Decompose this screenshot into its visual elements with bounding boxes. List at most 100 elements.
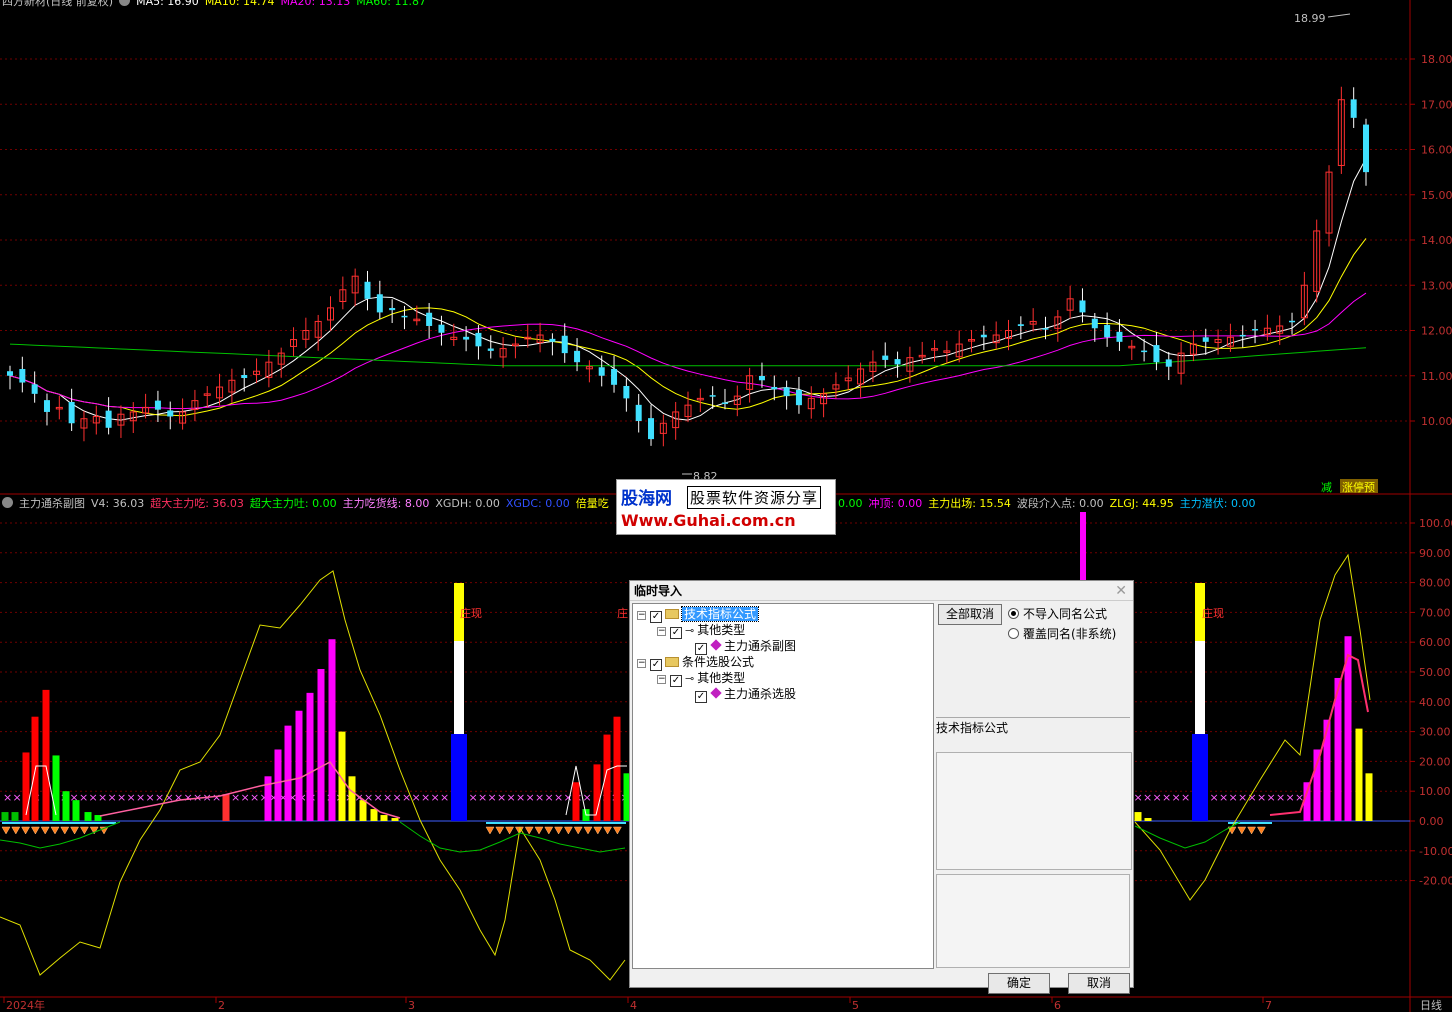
candle-body — [648, 418, 655, 440]
candle — [598, 355, 605, 387]
sub-tick-label: 100.00 — [1419, 517, 1452, 530]
candle — [696, 388, 704, 413]
candle — [684, 391, 692, 423]
candle — [1017, 316, 1024, 340]
candle-body — [783, 387, 790, 397]
sub-tick-label: 40.00 — [1419, 696, 1451, 709]
radio-skip-same-name[interactable]: 不导入同名公式 — [1008, 606, 1107, 622]
x-marker: × — [146, 791, 155, 804]
candle-body — [894, 359, 901, 365]
tree-node-formula-1[interactable]: ✓ 主力通杀副图 — [695, 638, 796, 655]
x-marker: × — [1267, 791, 1276, 804]
candle — [524, 324, 532, 348]
candle — [401, 305, 408, 330]
orange-triangle — [70, 826, 80, 835]
x-marker: × — [1276, 791, 1285, 804]
candle — [771, 375, 778, 401]
indicator-label: 主力吃货线: 8.00 — [342, 497, 430, 510]
candle — [1202, 328, 1209, 355]
candle — [623, 378, 630, 412]
candle-body — [1079, 300, 1086, 313]
candle-body — [43, 400, 50, 412]
indicator-bar — [1355, 728, 1363, 821]
collapse-icon[interactable]: − — [637, 659, 646, 668]
candle — [1066, 285, 1074, 319]
candle-body — [389, 307, 396, 311]
ma-label: MA10: 14.74 — [204, 0, 275, 8]
indicator-bar — [72, 800, 80, 821]
tree-node-label: 其他类型 — [697, 671, 746, 685]
orange-triangle — [534, 826, 544, 835]
checkbox-icon[interactable]: ✓ — [695, 691, 707, 703]
orange-triangle — [573, 826, 583, 835]
candle — [758, 362, 765, 388]
settings-circle-icon[interactable] — [119, 0, 131, 6]
candle — [7, 365, 13, 390]
sub-tick-label: 80.00 — [1419, 577, 1451, 590]
indicator-bar — [1144, 818, 1152, 821]
tree-node-label: 条件选股公式 — [682, 655, 755, 669]
candle-body — [401, 315, 408, 318]
indicator-label: XGDC: 0.00 — [505, 497, 570, 510]
x-marker: × — [1134, 791, 1143, 804]
radio-overwrite[interactable]: 覆盖同名(非系统) — [1008, 626, 1116, 642]
tree-node-other-1[interactable]: − ✓ ⊸ 其他类型 — [657, 622, 745, 639]
x-marker: × — [1172, 791, 1181, 804]
orange-triangle — [495, 826, 505, 835]
settings-circle-icon[interactable] — [2, 497, 13, 508]
orange-triangle — [11, 826, 21, 835]
collapse-icon[interactable]: − — [637, 611, 646, 620]
indicator-label: ZLGJ: 44.95 — [1109, 497, 1174, 510]
candle — [105, 397, 112, 435]
orange-triangle — [563, 826, 573, 835]
x-marker: × — [383, 791, 392, 804]
candle-body — [475, 332, 482, 347]
watermark-line1b: 股票软件资源分享 — [687, 486, 822, 509]
candle — [511, 337, 519, 359]
candle-body — [623, 385, 630, 399]
tree-node-tech[interactable]: − ✓ 技术指标公式 — [637, 606, 760, 623]
radio-icon[interactable] — [1008, 628, 1019, 639]
candlesticks — [7, 86, 1369, 447]
tree-node-select[interactable]: − ✓ 条件选股公式 — [637, 654, 755, 671]
candle-body — [68, 402, 75, 424]
collapse-icon[interactable]: − — [657, 627, 666, 636]
indicator-bar — [380, 815, 388, 821]
dialog-title: 临时导入 — [630, 581, 1133, 601]
x-marker: × — [497, 791, 506, 804]
radio-icon[interactable] — [1008, 608, 1019, 619]
price-tick-label: 11.00 — [1421, 370, 1452, 383]
x-marker: × — [1143, 791, 1152, 804]
candle-body — [167, 410, 174, 417]
orange-triangle — [30, 826, 40, 835]
tree-node-other-2[interactable]: − ✓ ⊸ 其他类型 — [657, 670, 746, 687]
candle — [635, 393, 642, 433]
collapse-icon[interactable]: − — [657, 675, 666, 684]
candle — [253, 358, 261, 384]
candle — [585, 360, 593, 383]
candle — [1054, 310, 1062, 342]
price-tick-label: 14.00 — [1421, 234, 1452, 247]
orange-triangle — [79, 826, 89, 835]
ok-button[interactable]: 确定 — [988, 973, 1050, 994]
candle — [721, 388, 728, 410]
candle-body — [376, 294, 383, 313]
close-icon[interactable]: ✕ — [1115, 583, 1127, 599]
candle — [955, 330, 963, 363]
cancel-button[interactable]: 取消 — [1068, 973, 1130, 994]
checkbox-icon[interactable]: ✓ — [670, 627, 682, 639]
ma-lines — [9, 158, 1367, 421]
deselect-all-button[interactable]: 全部取消 — [938, 604, 1002, 625]
candle — [536, 322, 544, 353]
candle — [807, 386, 815, 419]
candle — [80, 411, 88, 442]
sub-tick-label: 20.00 — [1419, 755, 1451, 768]
indicator-bar — [1134, 812, 1142, 821]
price-tick-label: 12.00 — [1421, 325, 1452, 338]
checkbox-icon[interactable]: ✓ — [670, 675, 682, 687]
x-marker: × — [535, 791, 544, 804]
watermark-line1: 股海网 — [621, 489, 672, 509]
tree-node-formula-2[interactable]: ✓ 主力通杀选股 — [695, 686, 796, 703]
orange-triangle — [60, 826, 70, 835]
candle — [389, 299, 396, 324]
